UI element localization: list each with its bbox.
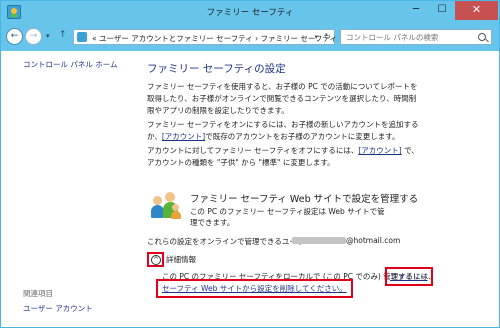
user-accounts-link[interactable]: ユーザー アカウント <box>23 303 93 314</box>
page-title: ファミリー セーフティの設定 <box>147 63 286 75</box>
main-content: ファミリー セーフティの設定 ファミリー セーフティを使用すると、お子様の PC… <box>133 51 499 328</box>
enable-text-after: で既存のアカウントをお子様のアカウントに変更します。 <box>205 132 400 141</box>
email-domain: @hotmail.com <box>346 236 401 245</box>
family-icon <box>151 190 181 220</box>
search-icon[interactable] <box>478 33 486 41</box>
navigation-bar: ← → ▾ ↑ « ユーザー アカウントとファミリー セーフティ › ファミリー… <box>1 24 499 51</box>
control-panel-icon <box>77 32 87 42</box>
maximize-button[interactable]: ☐ <box>429 1 455 20</box>
close-button[interactable]: ✕ <box>455 1 498 20</box>
control-panel-window: ファミリー セーフティ ─ ☐ ✕ ← → ▾ ↑ « ユーザー アカウントとフ… <box>0 0 500 328</box>
title-bar: ファミリー セーフティ ─ ☐ ✕ <box>1 1 499 24</box>
details-toggle-button[interactable]: ^ <box>147 252 164 267</box>
enable-paragraph: ファミリー セーフティをオンにするには、お子様の新しいアカウントを追加するか、[… <box>147 119 419 143</box>
minimize-button[interactable]: ─ <box>403 1 429 20</box>
recent-locations-button[interactable]: ▾ <box>46 32 50 40</box>
intro-paragraph: ファミリー セーフティを使用すると、お子様の PC での活動についてレポートを取… <box>147 82 418 115</box>
back-button[interactable]: ← <box>6 28 23 45</box>
remove-settings-link-continued[interactable]: セーフティ Web サイトから設定を削除してください。 <box>156 279 353 298</box>
up-button[interactable]: ↑ <box>59 30 67 40</box>
breadcrumb[interactable]: « ユーザー アカウントとファミリー セーフティ › ファミリー セーフティ <box>92 33 337 44</box>
disable-paragraph: アカウントに対してファミリー セーフティをオフにするには、[アカウント] で、ア… <box>147 145 419 169</box>
remove-settings-link[interactable]: ファミリー <box>385 267 433 286</box>
accounts-link[interactable]: [アカウント] <box>162 132 205 141</box>
refresh-icon[interactable]: ↻ <box>324 32 331 41</box>
manage-web-description: この PC のファミリー セーフティ設定は Web サイトで管理できます。 <box>190 207 385 227</box>
search-input[interactable] <box>341 30 476 44</box>
control-panel-home-link[interactable]: コントロール パネル ホーム <box>23 59 118 70</box>
sidebar: コントロール パネル ホーム 関連項目 ユーザー アカウント <box>1 51 133 328</box>
accounts-link-2[interactable]: [アカウント] <box>358 146 401 155</box>
related-heading: 関連項目 <box>23 289 53 298</box>
address-dropdown-icon[interactable]: ▾ <box>314 33 318 41</box>
redacted-email <box>292 237 346 244</box>
address-bar[interactable]: « ユーザー アカウントとファミリー セーフティ › ファミリー セーフティ ▾… <box>73 29 337 45</box>
disable-text-before: アカウントに対してファミリー セーフティをオフにするには、 <box>147 146 359 155</box>
online-managers-label: これらの設定をオンラインで管理できるユーザー: <box>147 237 315 246</box>
search-box <box>340 29 492 45</box>
chevron-up-icon: ^ <box>151 255 161 265</box>
details-label[interactable]: 詳細情報 <box>166 254 196 265</box>
manage-web-title: ファミリー セーフティ Web サイトで設定を管理する <box>190 194 419 205</box>
forward-button[interactable]: → <box>25 28 42 45</box>
